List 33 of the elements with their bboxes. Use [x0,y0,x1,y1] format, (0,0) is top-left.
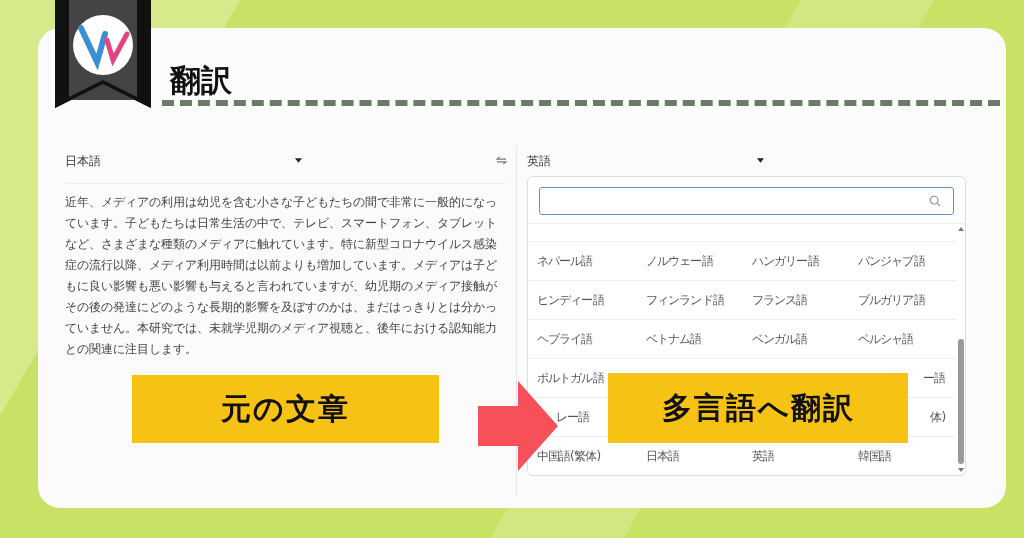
callout-label: 多言語へ翻訳 [608,373,908,443]
caret-icon[interactable] [756,158,764,163]
language-option[interactable]: 英語 [751,448,774,465]
source-text: 近年、メディアの利用は幼児を含む小さな子どもたちの間で非常に一般的になっています。子どもたちは日常生活の中で、テレビ、スマートフォン、タブレットなど、さまざまな種類のメディアに触れています。特に新型コロナウイルス感染症の流行以降、メディア利用時間は以前よりも増加しています。メディアは子どもに良い影響も悪い影響も与えると言われていますが、幼児期のメディア接触がその後の発達にどのような長期的影響を及ぼすのかは、まだはっきりとは分かっていません。本研究では、未就学児期のメディア視聴と、後年における認知能力との関連に注目します。 [65,194,498,358]
language-option[interactable]: ベトナム語 [645,330,702,348]
language-option[interactable]: ネパール語 [536,252,593,270]
language-option[interactable]: ハンガリー語 [751,252,819,270]
language-option[interactable]: ポルトガル語 [536,369,604,387]
language-option[interactable]: ヒンディー語 [536,291,604,309]
scroll-down-icon[interactable] [957,468,964,472]
language-option[interactable]: 中国語(繁体) [536,448,601,465]
language-option[interactable]: ブルガリア語 [857,291,925,309]
language-option[interactable]: ペルシャ語 [857,330,914,348]
language-option[interactable]: 体) [930,408,946,426]
language-option[interactable]: 韓国語 [857,448,892,465]
language-select[interactable]: 日本語 [65,153,101,170]
language-option[interactable]: フィンランド語 [645,291,724,309]
language-option[interactable]: 日本語 [645,448,680,465]
language-option[interactable]: パンジャブ語 [857,252,925,270]
language-option[interactable]: ー語 [923,369,946,387]
scroll-up-icon[interactable] [957,227,964,231]
swap-icon[interactable] [495,156,507,165]
language-option[interactable]: ノルウェー語 [645,252,713,270]
search-field[interactable] [538,187,954,215]
language-option[interactable]: フランス語 [751,291,808,309]
language-option[interactable]: レー語 [555,408,590,426]
language-select[interactable]: 英語 [526,153,551,170]
language-option[interactable]: ベンガル語 [751,330,808,348]
language-option[interactable]: ヘブライ語 [536,330,593,348]
callout-label: 元の文章 [132,375,439,443]
search-icon[interactable] [929,195,941,207]
caret-icon[interactable] [295,158,302,163]
page-title: 翻訳 [170,61,232,100]
